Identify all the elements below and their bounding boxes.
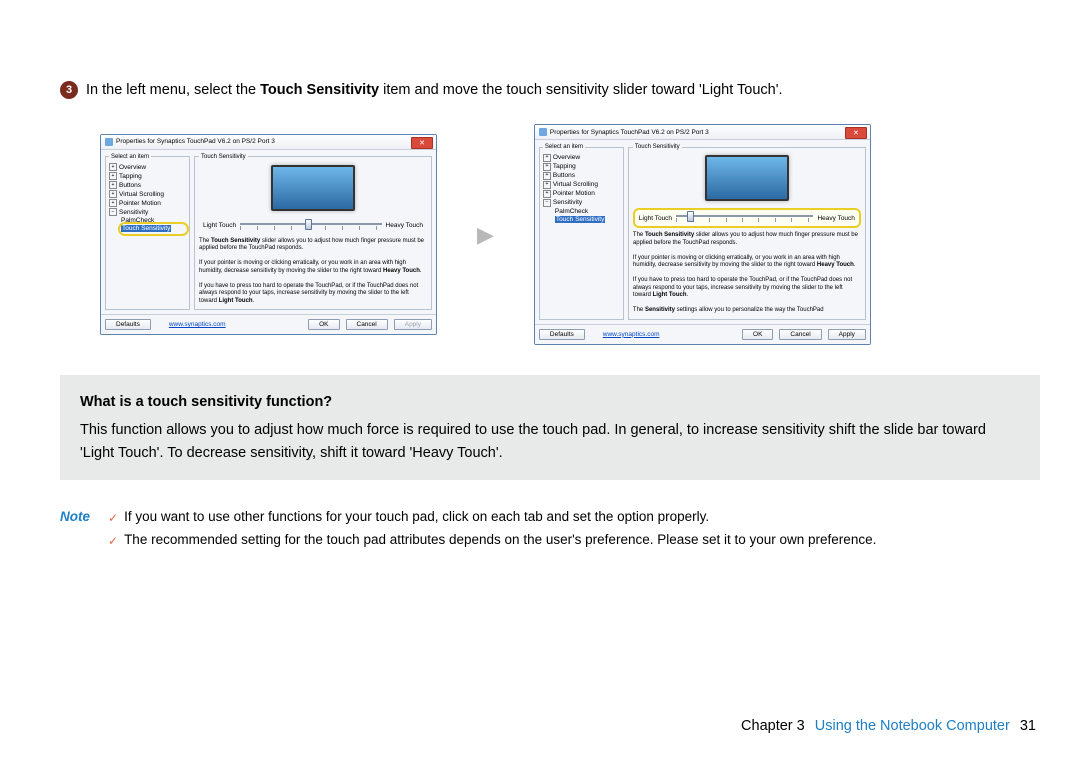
dialog-before: Properties for Synaptics TouchPad V6.2 o…: [100, 134, 437, 336]
tree-tapping[interactable]: +Tapping: [543, 162, 620, 171]
help-text: The Touch Sensitivity slider allows you …: [199, 238, 427, 306]
app-icon: [105, 138, 113, 146]
chapter-title: Using the Notebook Computer: [815, 718, 1010, 734]
cancel-button[interactable]: Cancel: [779, 329, 821, 340]
tree-sensitivity[interactable]: −Sensitivity: [109, 208, 186, 217]
sensitivity-slider[interactable]: Light Touch Heavy Touch: [199, 218, 427, 234]
close-icon[interactable]: ✕: [845, 127, 867, 139]
dialog-buttons: Defaults www.synaptics.com OK Cancel App…: [101, 314, 436, 334]
tree-tapping[interactable]: +Tapping: [109, 172, 186, 181]
apply-button[interactable]: Apply: [828, 329, 866, 340]
note-item-2: ✓The recommended setting for the touch p…: [108, 529, 1040, 552]
tree-palmcheck[interactable]: PalmCheck: [555, 207, 620, 215]
screenshots-row: Properties for Synaptics TouchPad V6.2 o…: [100, 124, 1040, 345]
info-title: What is a touch sensitivity function?: [80, 391, 1020, 413]
check-icon: ✓: [108, 531, 118, 552]
settings-panel: Touch Sensitivity Light Touch Heavy Touc…: [194, 154, 432, 311]
page-footer: Chapter 3 Using the Notebook Computer 31: [741, 718, 1036, 734]
dialog-after: Properties for Synaptics TouchPad V6.2 o…: [534, 124, 871, 345]
tree-overview[interactable]: +Overview: [109, 163, 186, 172]
step-number-badge: 3: [60, 81, 78, 99]
page-number: 31: [1020, 718, 1036, 734]
app-icon: [539, 128, 547, 136]
sensitivity-slider[interactable]: Light Touch Heavy Touch: [633, 208, 861, 228]
window-title: Properties for Synaptics TouchPad V6.2 o…: [116, 138, 275, 145]
note-item-1: ✓If you want to use other functions for …: [108, 506, 1040, 529]
ok-button[interactable]: OK: [742, 329, 773, 340]
apply-button[interactable]: Apply: [394, 319, 432, 330]
arrow-right-icon: ▶: [477, 222, 494, 248]
check-icon: ✓: [108, 508, 118, 529]
info-box: What is a touch sensitivity function? Th…: [60, 375, 1040, 480]
window-title: Properties for Synaptics TouchPad V6.2 o…: [550, 129, 709, 136]
tree-touch-sensitivity[interactable]: Touch Sensitivity: [121, 225, 186, 233]
tree-buttons[interactable]: +Buttons: [109, 181, 186, 190]
settings-panel: Touch Sensitivity Light Touch Heavy Touc…: [628, 144, 866, 320]
tree-panel: Select an item +Overview +Tapping +Butto…: [539, 144, 624, 320]
tree-buttons[interactable]: +Buttons: [543, 171, 620, 180]
preview-monitor: [199, 164, 427, 212]
defaults-button[interactable]: Defaults: [105, 319, 151, 330]
tree-pointer[interactable]: +Pointer Motion: [109, 199, 186, 208]
titlebar: Properties for Synaptics TouchPad V6.2 o…: [101, 135, 436, 150]
cancel-button[interactable]: Cancel: [346, 319, 388, 330]
tree-vscroll[interactable]: +Virtual Scrolling: [543, 180, 620, 189]
tree-sensitivity[interactable]: −Sensitivity: [543, 198, 620, 207]
tree-pointer[interactable]: +Pointer Motion: [543, 189, 620, 198]
step-3: 3 In the left menu, select the Touch Sen…: [60, 80, 1040, 100]
tree-overview[interactable]: +Overview: [543, 153, 620, 162]
tree-panel: Select an item +Overview +Tapping +Butto…: [105, 154, 190, 311]
step-text: In the left menu, select the Touch Sensi…: [86, 80, 783, 100]
vendor-link[interactable]: www.synaptics.com: [169, 321, 226, 328]
titlebar: Properties for Synaptics TouchPad V6.2 o…: [535, 125, 870, 140]
info-body: This function allows you to adjust how m…: [80, 419, 1020, 464]
close-icon[interactable]: ✕: [411, 137, 433, 149]
defaults-button[interactable]: Defaults: [539, 329, 585, 340]
tree-palmcheck[interactable]: PalmCheck: [121, 217, 186, 225]
ok-button[interactable]: OK: [308, 319, 339, 330]
tree-touch-sensitivity[interactable]: Touch Sensitivity: [555, 215, 620, 223]
tree-vscroll[interactable]: +Virtual Scrolling: [109, 190, 186, 199]
note-block: Note ✓If you want to use other functions…: [60, 506, 1040, 552]
preview-monitor: [633, 154, 861, 202]
dialog-buttons: Defaults www.synaptics.com OK Cancel App…: [535, 324, 870, 344]
note-label: Note: [60, 506, 108, 552]
chapter-label: Chapter 3: [741, 718, 805, 734]
help-text: The Touch Sensitivity slider allows you …: [633, 232, 861, 315]
vendor-link[interactable]: www.synaptics.com: [603, 331, 660, 338]
